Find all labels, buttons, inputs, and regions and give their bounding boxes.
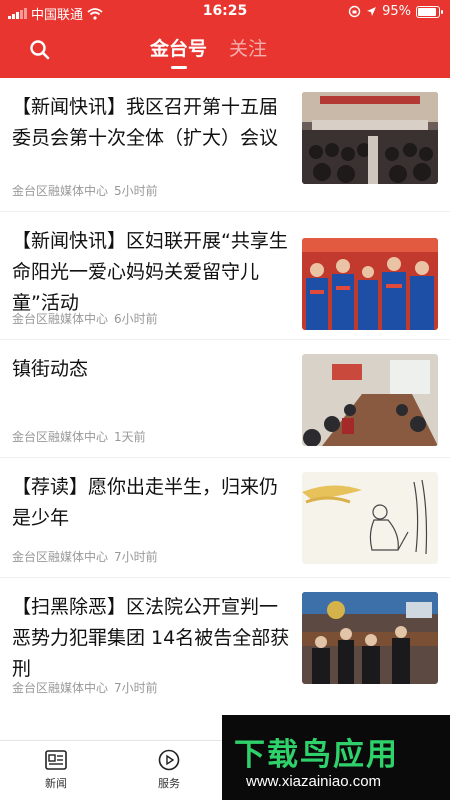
news-time: 6小时前: [114, 312, 158, 326]
news-meta: 金台区融媒体中心 6小时前: [12, 310, 158, 327]
news-item[interactable]: 【扫黑除恶】区法院公开宣判一恶势力犯罪集团 14名被告全部获刑 金台区融媒体中心…: [0, 578, 450, 708]
location-icon: [367, 7, 377, 16]
battery-icon: [416, 5, 443, 18]
news-title: 【新闻快讯】我区召开第十五届委员会第十次全体（扩大）会议: [12, 96, 279, 149]
news-time: 7小时前: [114, 550, 158, 564]
top-tabs: 金台号 关注: [150, 34, 267, 67]
tab-news[interactable]: 新闻: [26, 749, 86, 791]
news-source: 金台区融媒体中心: [12, 312, 109, 326]
news-source: 金台区融媒体中心: [12, 550, 109, 564]
news-time: 5小时前: [114, 184, 158, 198]
news-time: 1天前: [114, 430, 146, 444]
news-meta: 金台区融媒体中心 7小时前: [12, 679, 158, 696]
news-item[interactable]: 镇街动态 金台区融媒体中心 1天前: [0, 340, 450, 458]
news-title: 【荐读】愿你出走半生，归来仍是少年: [12, 476, 279, 529]
news-title: 镇街动态: [12, 358, 89, 380]
news-thumbnail-courtroom: [302, 592, 438, 684]
news-meta: 金台区融媒体中心 5小时前: [12, 182, 158, 199]
play-circle-icon: [158, 749, 180, 771]
news-item[interactable]: 【新闻快讯】我区召开第十五届委员会第十次全体（扩大）会议 金台区融媒体中心 5小…: [0, 78, 450, 212]
orientation-lock-icon: [348, 5, 361, 18]
watermark-logo: 下载鸟应用 www.xiazainiao.com: [222, 715, 450, 800]
watermark-url: www.xiazainiao.com: [246, 773, 382, 790]
news-thumbnail-illustration: [302, 472, 438, 564]
tab-service-label: 服务: [158, 777, 180, 790]
status-bar: 中国联通 16:25 95%: [0, 0, 450, 24]
news-source: 金台区融媒体中心: [12, 681, 109, 695]
news-thumbnail-meeting-room: [302, 354, 438, 446]
news-icon: [45, 750, 67, 770]
news-meta: 金台区融媒体中心 1天前: [12, 428, 146, 445]
news-thumbnail-meeting-hall: [302, 92, 438, 184]
news-item[interactable]: 【荐读】愿你出走半生，归来仍是少年 金台区融媒体中心 7小时前: [0, 458, 450, 578]
news-time: 7小时前: [114, 681, 158, 695]
top-nav: 金台号 关注: [0, 26, 450, 78]
news-feed: 【新闻快讯】我区召开第十五届委员会第十次全体（扩大）会议 金台区融媒体中心 5小…: [0, 78, 450, 708]
battery-percent: 95%: [382, 4, 411, 19]
status-right: 95%: [348, 4, 443, 19]
news-title: 【新闻快讯】区妇联开展“共享生命阳光一爱心妈妈关爱留守儿童”活动: [12, 230, 288, 314]
battery-fill: [418, 7, 436, 16]
news-source: 金台区融媒体中心: [12, 184, 109, 198]
news-source: 金台区融媒体中心: [12, 430, 109, 444]
tab-service[interactable]: 服务: [139, 749, 199, 791]
news-item[interactable]: 【新闻快讯】区妇联开展“共享生命阳光一爱心妈妈关爱留守儿童”活动 金台区融媒体中…: [0, 212, 450, 340]
news-meta: 金台区融媒体中心 7小时前: [12, 548, 158, 565]
watermark-title: 下载鸟应用: [234, 737, 399, 773]
search-button[interactable]: [28, 38, 56, 66]
tab-jintaihao[interactable]: 金台号: [150, 34, 207, 67]
tab-follow[interactable]: 关注: [229, 34, 267, 67]
tab-news-label: 新闻: [45, 777, 67, 790]
news-thumbnail-children-group: [302, 238, 438, 330]
app-header: 中国联通 16:25 95% 金台号 关注: [0, 0, 450, 78]
news-title: 【扫黑除恶】区法院公开宣判一恶势力犯罪集团 14名被告全部获刑: [12, 596, 290, 680]
search-icon: [30, 40, 50, 60]
